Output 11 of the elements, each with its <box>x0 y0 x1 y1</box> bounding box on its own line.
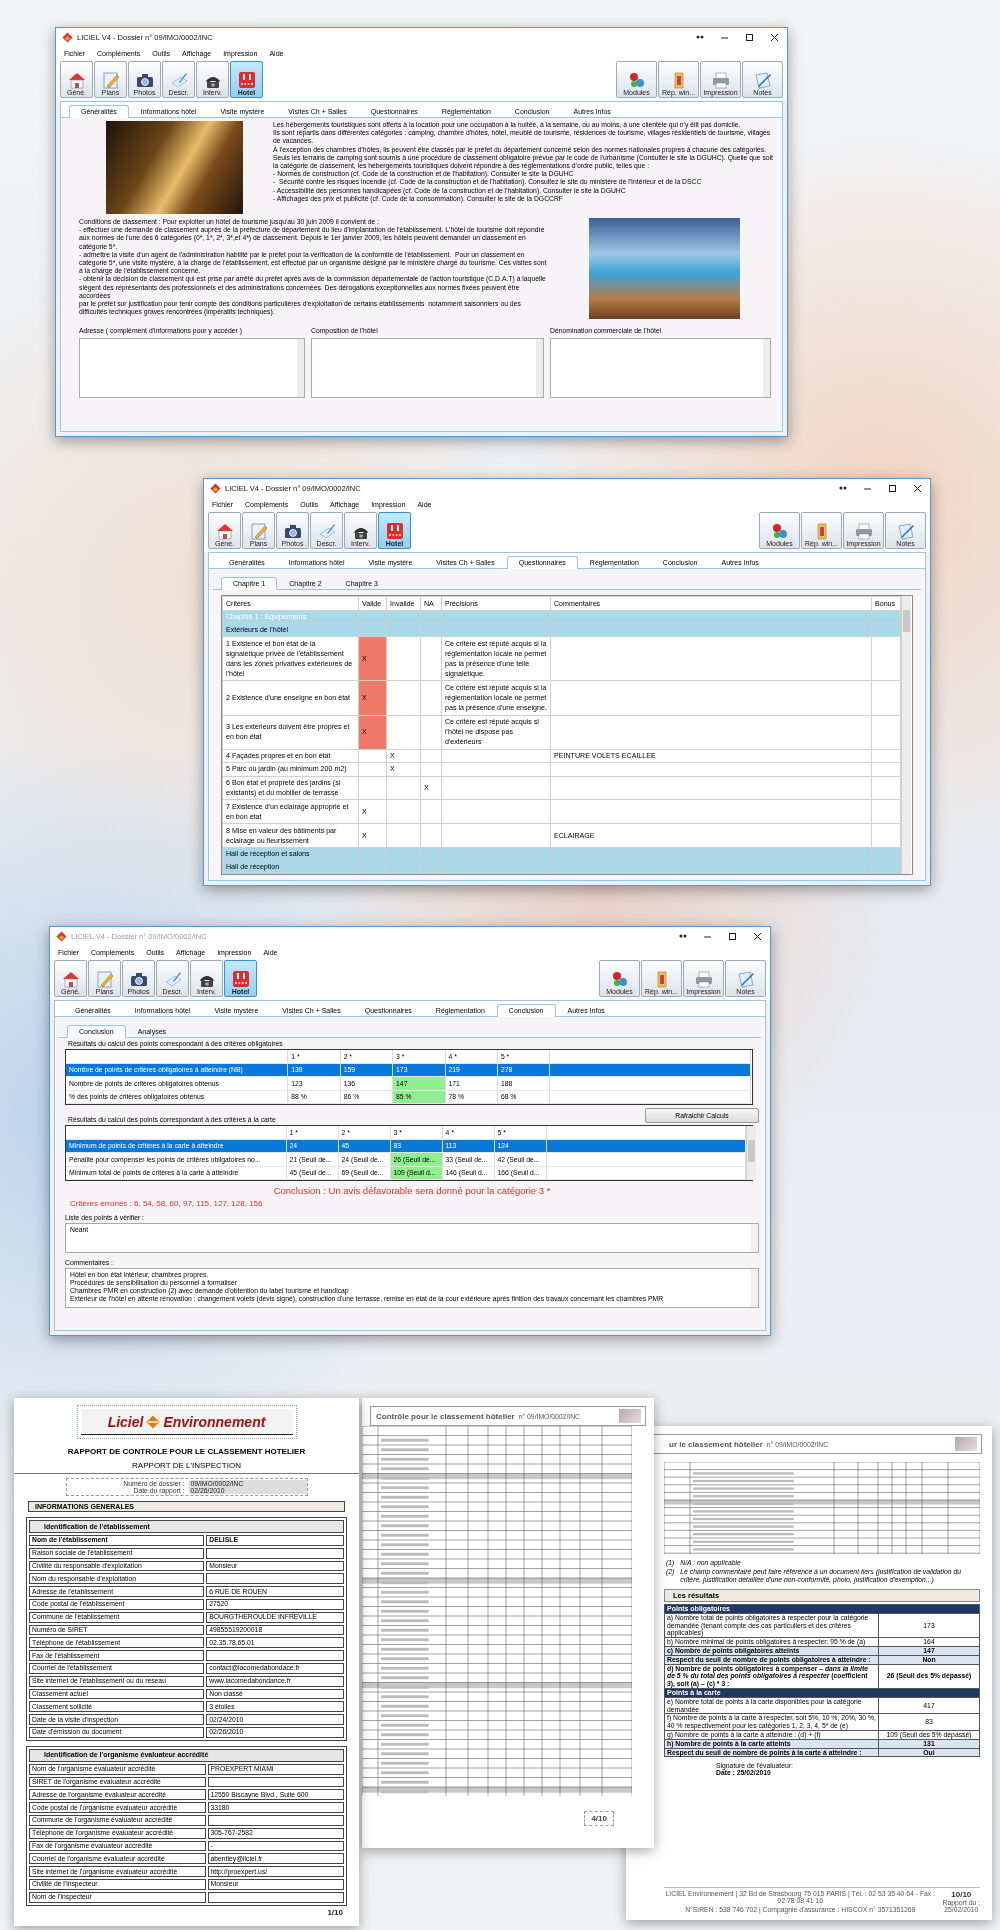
page-title: ur le classement hôtelier <box>669 1439 763 1449</box>
conclusion-text: Conclusion : Un avis défavorable sera donné pour la catégorie 3 * <box>272 1185 552 1196</box>
page-title: Contrôle pour le classement hôtelier <box>376 1411 515 1421</box>
page-number: 4/10 <box>584 1811 614 1826</box>
page-number: 10/10 <box>951 1889 972 1899</box>
logo-text: Liciel <box>107 1413 144 1430</box>
page-number: 1/10 <box>327 1907 343 1917</box>
report-subtitle: RAPPORT DE L'INSPECTION <box>14 1461 359 1474</box>
logo-text: Environnement <box>163 1413 266 1430</box>
error-text: Critères erronés : 6, 54, 58, 60, 97, 115, 127, 128, 156 <box>70 1199 264 1208</box>
report-title: RAPPORT DE CONTROLE POUR LE CLASSEMENT HOTELIER <box>66 1447 307 1456</box>
